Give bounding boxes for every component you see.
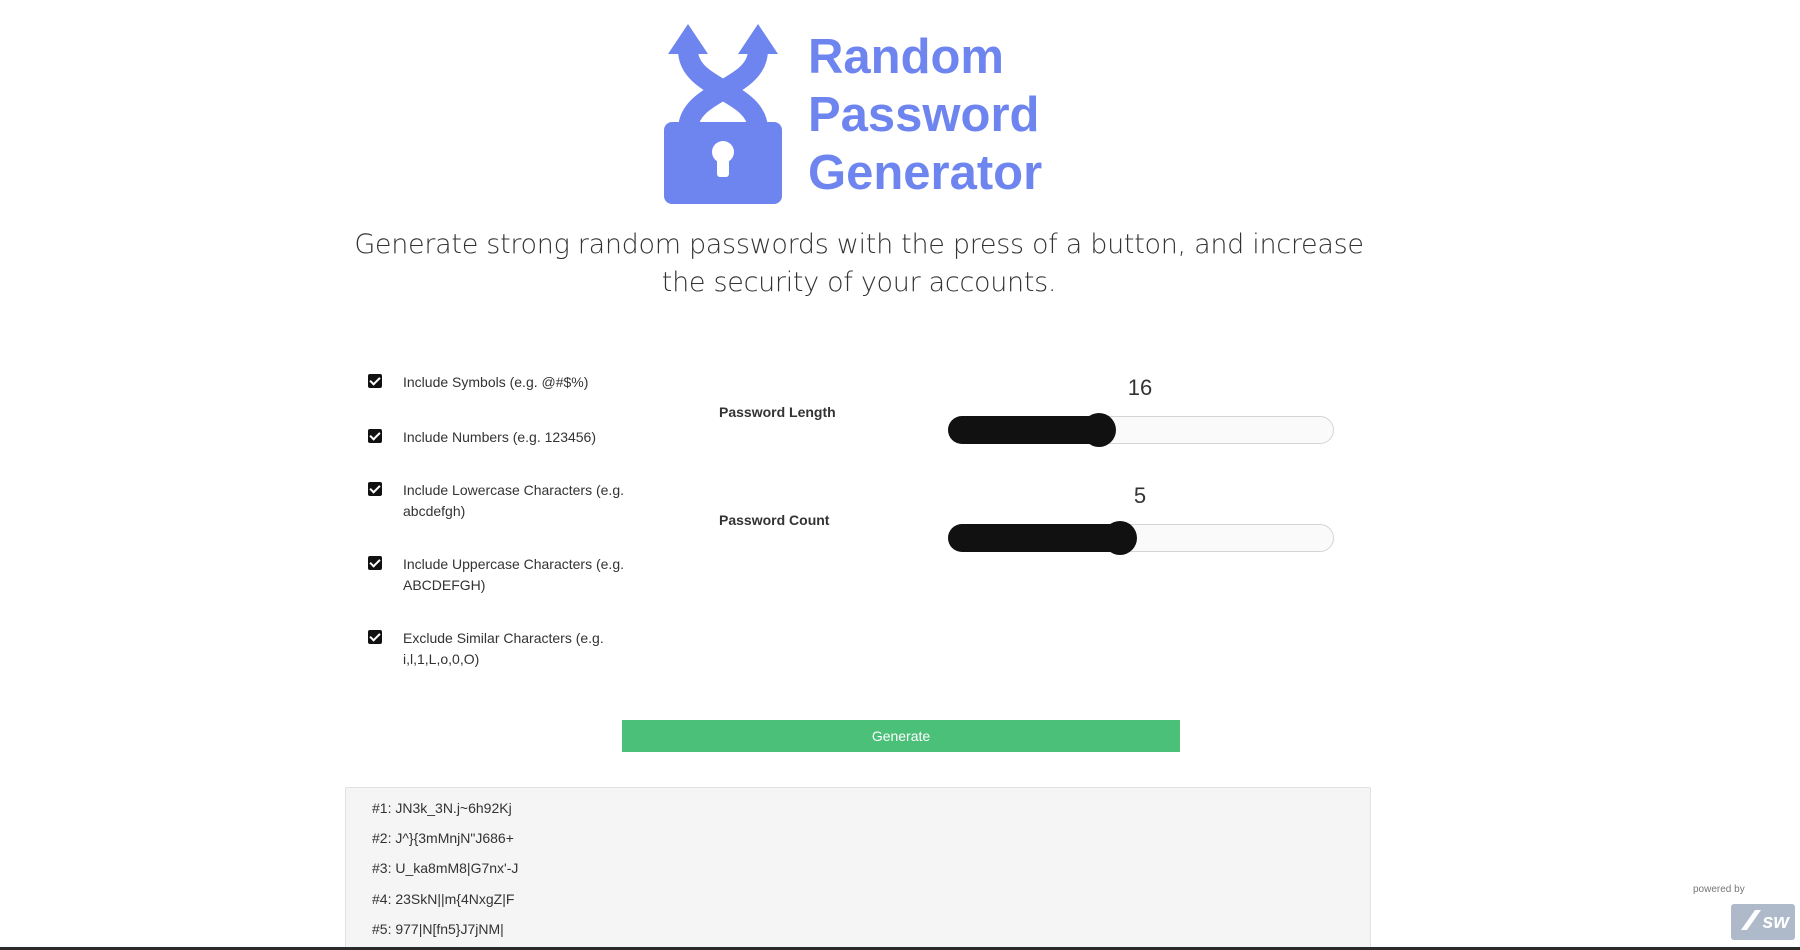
shuffle-padlock-icon (664, 24, 782, 204)
option-include-uppercase[interactable]: Include Uppercase Characters (e.g. ABCDE… (368, 554, 643, 596)
password-result[interactable]: #2: J^}{3mMnjN"J686+ (372, 830, 514, 846)
password-length-slider[interactable] (948, 413, 1334, 447)
password-length-label: Password Length (719, 404, 836, 420)
password-result[interactable]: #1: JN3k_3N.j~6h92Kj (372, 800, 512, 816)
option-include-numbers[interactable]: Include Numbers (e.g. 123456) (368, 427, 643, 448)
password-count-slider-fill (948, 524, 1120, 552)
password-result[interactable]: #5: 977|N[fn5}J7jNM| (372, 921, 504, 937)
password-count-value: 5 (1133, 483, 1147, 508)
logo-text: Random Password Generator (808, 28, 1042, 202)
option-include-symbols[interactable]: Include Symbols (e.g. @#$%) (368, 372, 643, 393)
logo-line-1: Random (808, 30, 1004, 84)
password-result[interactable]: #4: 23SkN||m{4NxgZ|F (372, 891, 514, 907)
pen-slash-icon (1741, 910, 1761, 930)
include-numbers-checkbox[interactable] (368, 429, 382, 443)
logo-line-3: Generator (808, 146, 1043, 200)
password-count-slider[interactable] (948, 521, 1334, 555)
include-uppercase-checkbox[interactable] (368, 556, 382, 570)
page: Random Password Generator Generate stron… (0, 0, 1800, 950)
include-lowercase-checkbox[interactable] (368, 482, 382, 496)
powered-by-label: powered by (1693, 884, 1745, 895)
tagline: Generate strong random passwords with th… (354, 229, 1364, 298)
option-label: Include Uppercase Characters (e.g. ABCDE… (403, 556, 624, 593)
option-label: Include Lowercase Characters (e.g. abcde… (403, 482, 624, 519)
option-include-lowercase[interactable]: Include Lowercase Characters (e.g. abcde… (368, 480, 643, 522)
generate-button[interactable]: Generate (622, 720, 1180, 752)
password-length-slider-thumb[interactable] (1082, 413, 1116, 447)
sw-badge-text: sw (1762, 910, 1789, 933)
include-symbols-checkbox[interactable] (368, 374, 382, 388)
option-label: Exclude Similar Characters (e.g. i,l,1,L… (403, 630, 604, 667)
password-length-slider-fill (948, 416, 1099, 444)
app-logo: Random Password Generator (664, 20, 1064, 205)
results-panel: #1: JN3k_3N.j~6h92Kj #2: J^}{3mMnjN"J686… (345, 787, 1371, 950)
sw-badge[interactable]: sw (1731, 904, 1795, 940)
password-count-slider-thumb[interactable] (1103, 521, 1137, 555)
password-count-label: Password Count (719, 512, 830, 528)
exclude-similar-checkbox[interactable] (368, 630, 382, 644)
option-label: Include Symbols (e.g. @#$%) (403, 374, 589, 390)
option-exclude-similar[interactable]: Exclude Similar Characters (e.g. i,l,1,L… (368, 628, 643, 670)
logo-line-2: Password (808, 88, 1040, 142)
password-result[interactable]: #3: U_ka8mM8|G7nx'-J (372, 860, 518, 876)
option-label: Include Numbers (e.g. 123456) (403, 429, 596, 445)
password-length-value: 16 (1127, 375, 1153, 400)
